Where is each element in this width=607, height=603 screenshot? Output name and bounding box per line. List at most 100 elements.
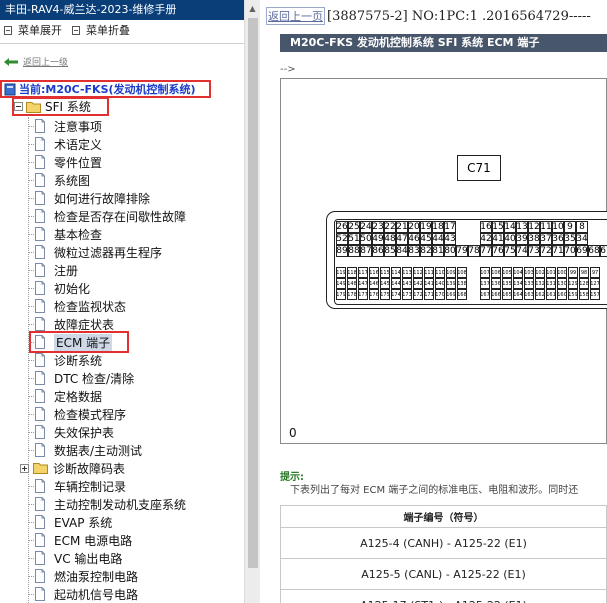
connector-pin: 23 bbox=[372, 221, 384, 233]
app-title: 丰田-RAV4-威兰达-2023-维修手册 bbox=[0, 0, 244, 20]
tree-item[interactable]: 微粒过滤器再生程序 bbox=[0, 243, 244, 261]
collapse-toggle-icon[interactable] bbox=[14, 102, 23, 111]
connector-pin: 131 bbox=[546, 278, 556, 289]
connector-pin: 82 bbox=[420, 245, 432, 257]
tree-item[interactable]: 术语定义 bbox=[0, 135, 244, 153]
connector-pin: 15 bbox=[492, 221, 504, 233]
tree-item-label: 基本检查 bbox=[54, 227, 103, 242]
back-link[interactable]: 返回上一级 bbox=[0, 54, 244, 69]
connector-pin: 174 bbox=[391, 289, 401, 300]
tree-item[interactable]: 检查模式程序 bbox=[0, 405, 244, 423]
connector-pin: 22 bbox=[384, 221, 396, 233]
tree-item[interactable]: 故障症状表 bbox=[0, 315, 244, 333]
doc-path: [3887575-2] NO:1PC:1 .2016564729----- bbox=[327, 8, 591, 24]
tree-item[interactable]: 数据表/主动测试 bbox=[0, 441, 244, 459]
tree-item[interactable]: 注意事项 bbox=[0, 117, 244, 135]
expand-all-button[interactable]: 菜单展开 bbox=[4, 22, 62, 38]
tree-item[interactable]: 失效保护表 bbox=[0, 423, 244, 441]
tree-item-label: 检查是否存在间歇性故障 bbox=[54, 209, 187, 224]
tree-item[interactable]: 起动机信号电路 bbox=[0, 585, 244, 603]
tree-item-label: 系统图 bbox=[54, 173, 91, 188]
tree-list: 注意事项 术语定义零件位置系统图 如何进行故障排除 检查是否存在间歇性故障 基本检查 微粒… bbox=[0, 117, 244, 603]
vertical-scrollbar[interactable]: ▲ bbox=[244, 0, 260, 603]
document-icon bbox=[35, 263, 45, 277]
tree-item[interactable]: 注册 bbox=[0, 261, 244, 279]
tree-item[interactable]: 检查监视状态 bbox=[0, 297, 244, 315]
tree-folder-sfi[interactable]: SFI 系统 bbox=[12, 97, 109, 116]
document-icon bbox=[35, 155, 45, 169]
tree-item[interactable]: 零件位置 bbox=[0, 153, 244, 171]
tree-item[interactable]: EVAP 系统 bbox=[0, 513, 244, 531]
document-icon bbox=[35, 209, 45, 223]
menu-toolbar: 菜单展开 菜单折叠 bbox=[0, 20, 244, 40]
tree-item[interactable]: 如何进行故障排除 bbox=[0, 189, 244, 207]
document-icon bbox=[35, 335, 45, 349]
connector-pin: 179 bbox=[336, 289, 346, 300]
diagram-zero: 0 bbox=[289, 426, 297, 440]
connector-pin: 75 bbox=[504, 245, 516, 257]
tree-item-label: DTC 检查/清除 bbox=[54, 371, 135, 386]
connector-pin: 113 bbox=[402, 267, 412, 278]
tree-item[interactable]: ECM 电源电路 bbox=[0, 531, 244, 549]
connector-pin: 178 bbox=[347, 289, 357, 300]
tree-item[interactable]: 检查是否存在间歇性故障 bbox=[0, 207, 244, 225]
tree-folder-dtc-chart[interactable]: 诊断故障码表 bbox=[0, 459, 244, 477]
tree-item-label: 检查模式程序 bbox=[54, 407, 127, 422]
connector-pin: 104 bbox=[513, 267, 523, 278]
connector-pin: 16 bbox=[480, 221, 492, 233]
connector-pin: 136 bbox=[491, 278, 501, 289]
connector-pin: 130 bbox=[557, 278, 567, 289]
table-header-row: 端子编号（符号） bbox=[280, 505, 607, 528]
connector-pin: 171 bbox=[424, 289, 434, 300]
connector-diagram: C71 26 25 24 23 22 21 20 19 18 17 52 51 50 49 48 47 46 45… bbox=[280, 78, 607, 444]
expand-toggle-icon[interactable] bbox=[20, 463, 29, 473]
tree-item[interactable]: DTC 检查/清除 bbox=[0, 369, 244, 387]
current-system[interactable]: 当前:M20C-FKS(发动机控制系统) bbox=[0, 80, 211, 98]
back-page-link[interactable]: 返回上一页 bbox=[266, 7, 325, 25]
tree-item[interactable]: 车辆控制记录 bbox=[0, 477, 244, 495]
tree-item[interactable]: 燃油泵控制电路 bbox=[0, 567, 244, 585]
tree-item[interactable]: 定格数据 bbox=[0, 387, 244, 405]
tree-item-label: 零件位置 bbox=[54, 155, 103, 170]
document-icon bbox=[35, 119, 45, 133]
book-icon bbox=[4, 83, 16, 95]
connector-pin: 78 bbox=[468, 245, 480, 257]
collapse-all-button[interactable]: 菜单折叠 bbox=[72, 22, 130, 38]
tree-item-ecm-terminals[interactable]: ECM 端子 bbox=[28, 331, 129, 353]
connector-pin: 168 bbox=[457, 289, 467, 300]
document-icon bbox=[35, 389, 45, 403]
scroll-thumb[interactable] bbox=[248, 18, 258, 568]
terminal-cell: A125-4 (CANH) - A125-22 (E1) bbox=[280, 527, 607, 559]
connector-pin: 68 bbox=[588, 245, 600, 257]
folder-open-icon bbox=[26, 101, 41, 113]
connector-pin: 81 bbox=[432, 245, 444, 257]
terminal-cell: A125-17 (ST1-) - A125-22 (E1) bbox=[280, 589, 607, 603]
connector-pin: 17 bbox=[444, 221, 456, 233]
hint-text: 下表列出了每对 ECM 端子之间的标准电压、电阻和波形。同时还 bbox=[290, 485, 579, 496]
tree-item[interactable]: 诊断系统 bbox=[0, 351, 244, 369]
tree-item-label: 车辆控制记录 bbox=[54, 479, 127, 494]
tree-item[interactable]: 主动控制发动机支座系统 bbox=[0, 495, 244, 513]
tree-item[interactable]: 基本检查 bbox=[0, 225, 244, 243]
section-header: M20C-FKS 发动机控制系统 SFI 系统 ECM 端子 bbox=[280, 34, 607, 52]
tree-item[interactable]: VC 输出电路 bbox=[0, 549, 244, 567]
tree-item-label: 初始化 bbox=[54, 281, 91, 296]
terminal-cell: A125-5 (CANL) - A125-22 (E1) bbox=[280, 558, 607, 590]
connector-pin: 42 bbox=[480, 233, 492, 245]
connector-pin: 43 bbox=[444, 233, 456, 245]
scroll-up-icon[interactable]: ▲ bbox=[245, 0, 260, 16]
tree-item[interactable]: 系统图 bbox=[0, 171, 244, 189]
tree-item-label: 检查监视状态 bbox=[54, 299, 127, 314]
connector-pin: 47 bbox=[396, 233, 408, 245]
connector-pin: 103 bbox=[524, 267, 534, 278]
connector-pin: 39 bbox=[516, 233, 528, 245]
connector-pin: 100 bbox=[557, 267, 567, 278]
connector-pin: 127 bbox=[590, 278, 600, 289]
tree-item[interactable]: 初始化 bbox=[0, 279, 244, 297]
connector-pin: 116 bbox=[369, 267, 379, 278]
connector-pin: 149 bbox=[336, 278, 346, 289]
connector-pin: 159 bbox=[568, 289, 578, 300]
connector-pin: 135 bbox=[502, 278, 512, 289]
folder-icon bbox=[33, 463, 48, 474]
connector-pin: 26 bbox=[336, 221, 348, 233]
